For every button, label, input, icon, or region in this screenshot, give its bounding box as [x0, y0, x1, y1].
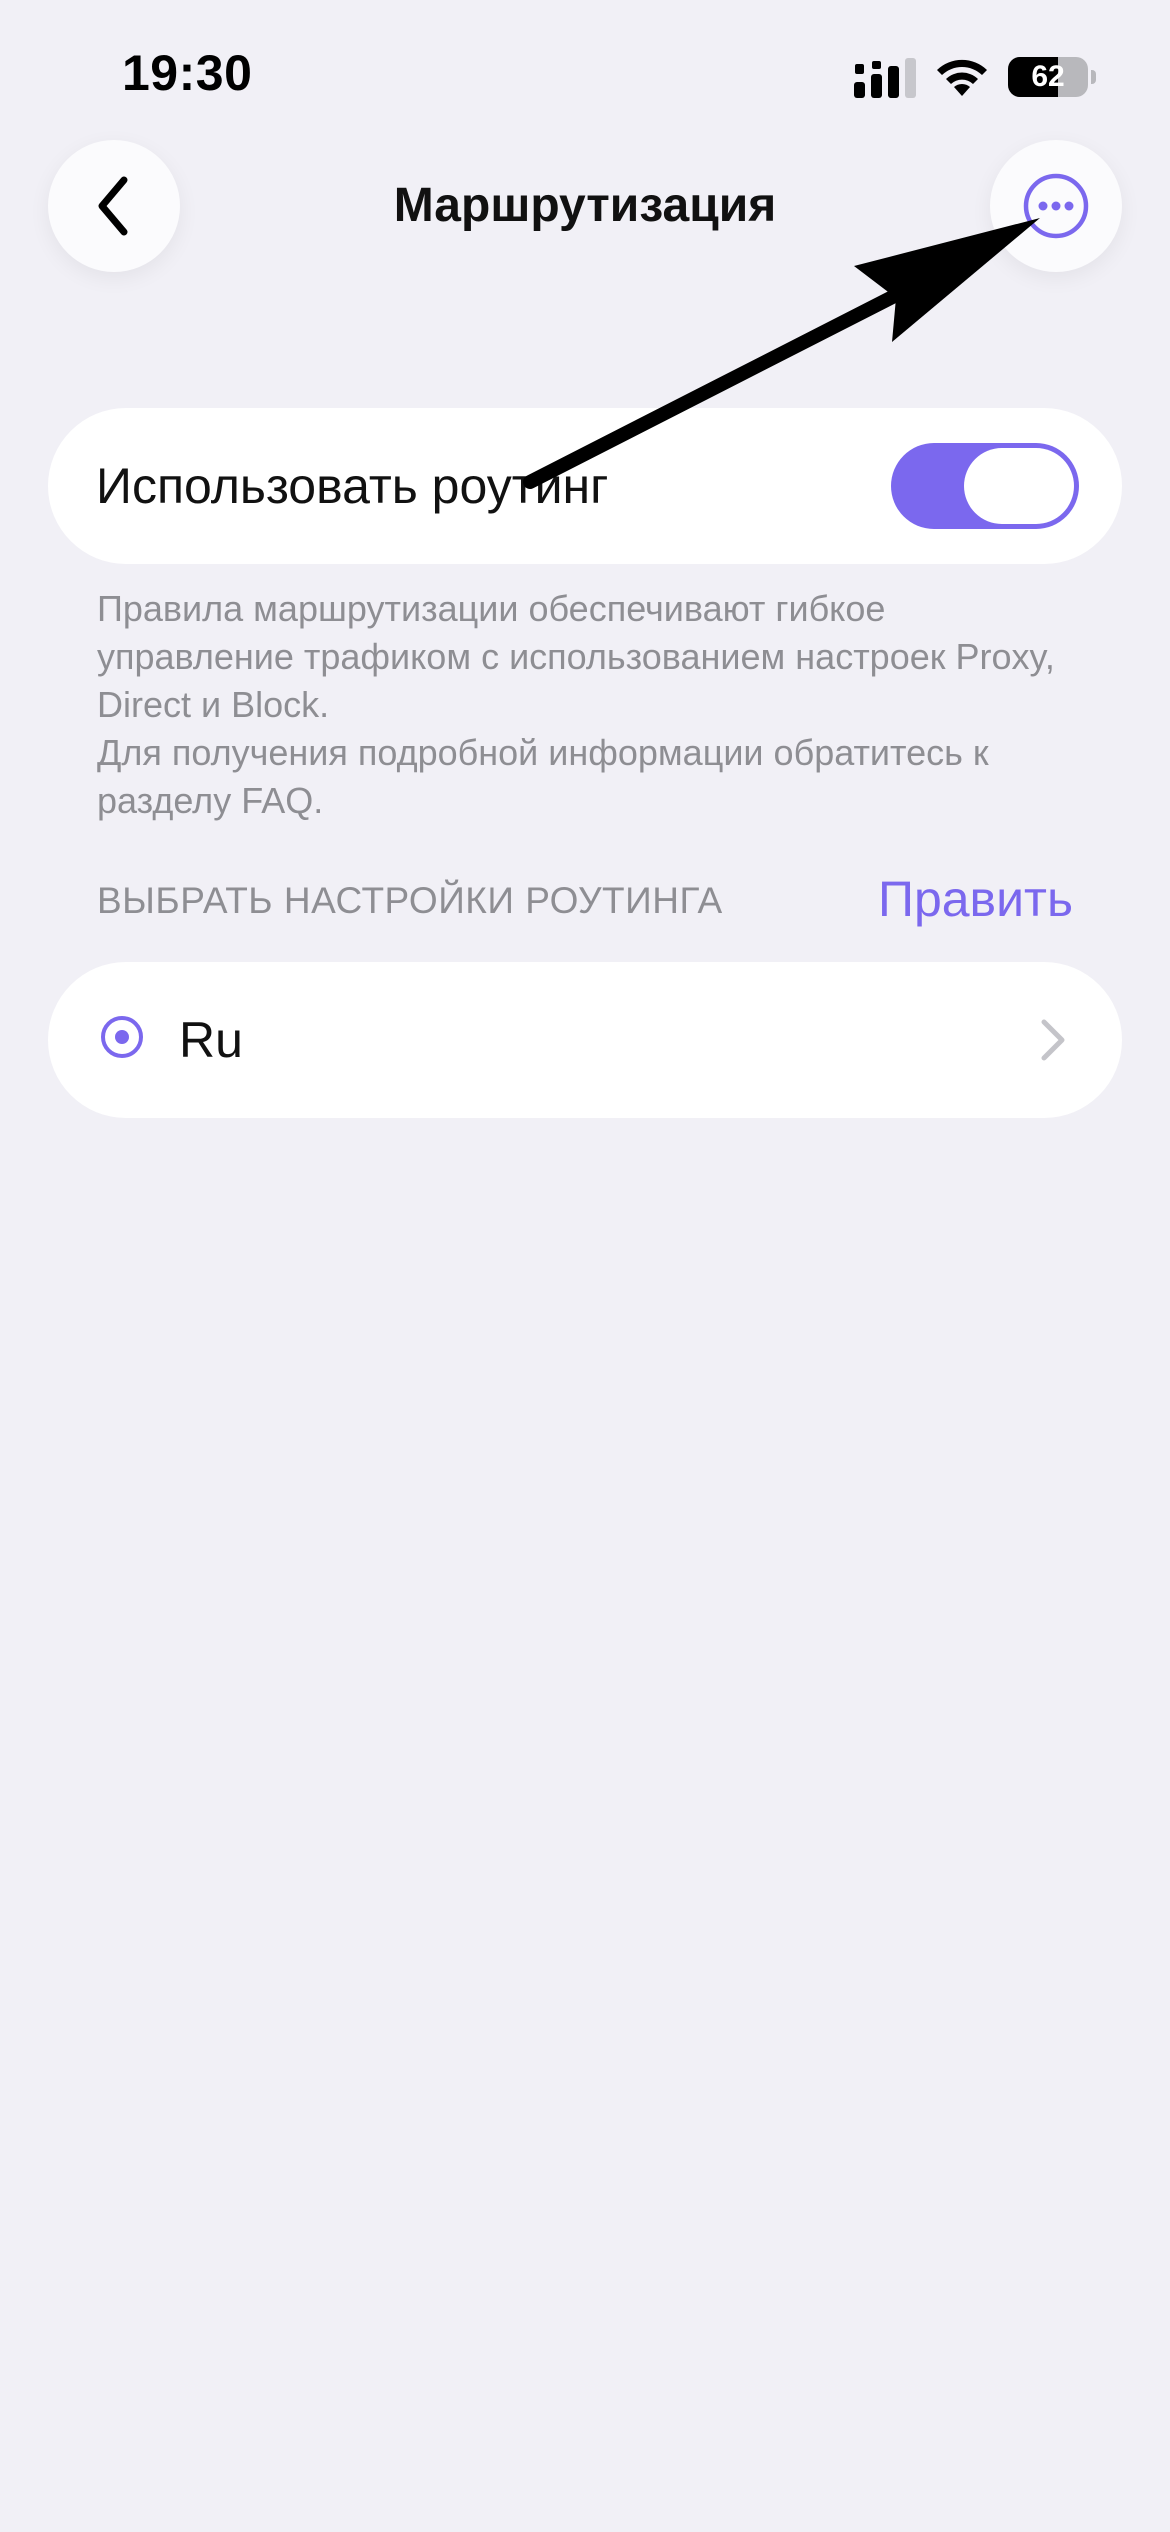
cellular-signal-icon [854, 58, 916, 98]
status-time: 19:30 [122, 45, 253, 101]
chevron-right-icon [1041, 1019, 1065, 1061]
routing-description: Правила маршрутизации обеспечивают гибко… [97, 585, 1077, 825]
routing-toggle-row: Использовать роутинг [48, 408, 1122, 564]
routing-item-label: Ru [179, 1012, 243, 1068]
annotation-arrow [523, 218, 1040, 489]
routing-toggle-switch[interactable] [891, 443, 1079, 529]
more-options-button[interactable] [990, 140, 1122, 272]
battery-percent: 62 [1031, 60, 1065, 93]
description-paragraph: Для получения подробной информации обрат… [97, 732, 989, 821]
radio-selected-icon[interactable] [101, 1016, 143, 1058]
edit-button[interactable]: Править [878, 870, 1073, 928]
wifi-icon [937, 59, 987, 96]
routing-toggle-label: Использовать роутинг [96, 458, 609, 514]
status-bar: 19:30 62 [0, 0, 1170, 150]
ellipsis-circle-icon [1023, 173, 1089, 239]
description-paragraph: Правила маршрутизации обеспечивают гибко… [97, 588, 1055, 725]
section-header: ВЫБРАТЬ НАСТРОЙКИ РОУТИНГА [97, 880, 723, 921]
routing-list-item[interactable]: Ru [48, 962, 1122, 1118]
switch-knob [964, 448, 1074, 524]
battery-icon: 62 [1008, 57, 1096, 97]
